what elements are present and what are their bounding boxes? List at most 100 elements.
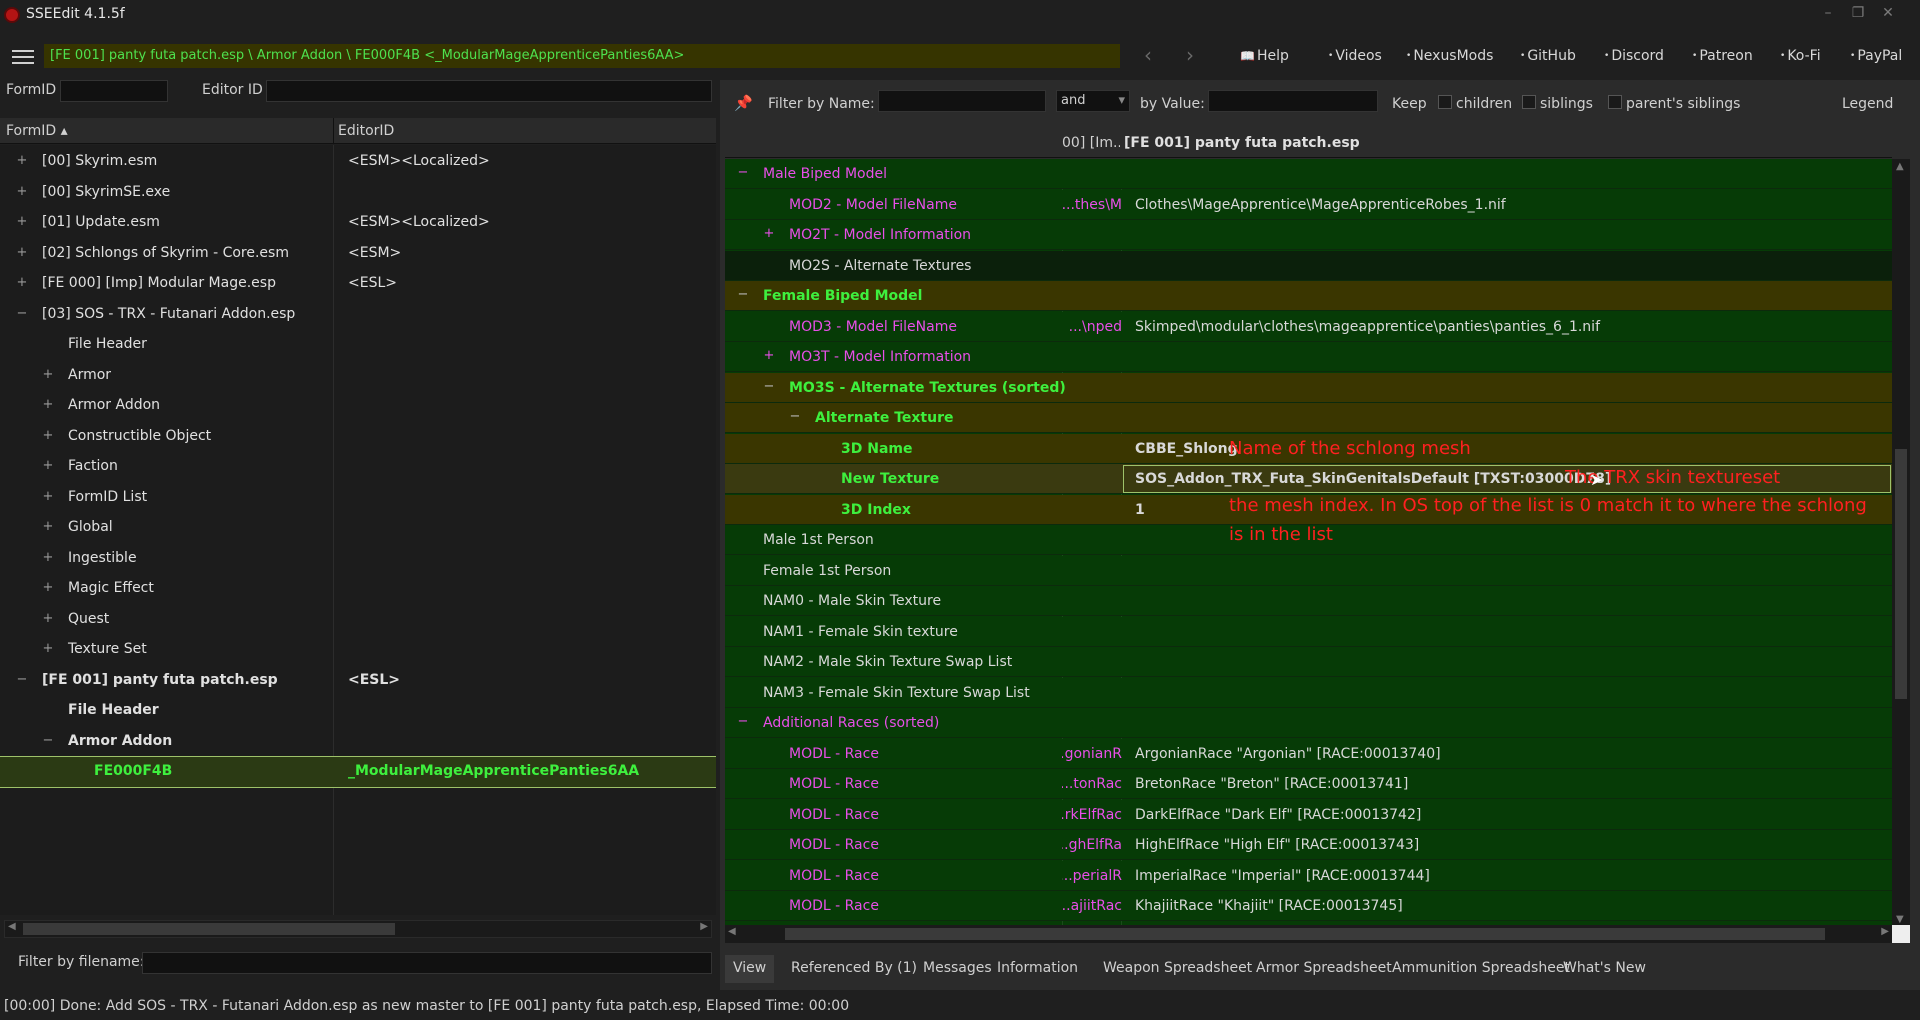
tree-row[interactable]: + Constructible Object: [0, 422, 716, 452]
tree-row[interactable]: + Magic Effect: [0, 574, 716, 604]
grid-row-value-cell[interactable]: [1122, 586, 1892, 616]
scroll-left-icon[interactable]: ◀: [8, 921, 16, 932]
grid-row-value-cell[interactable]: BretonRace "Breton" [RACE:00013741]: [1122, 769, 1892, 799]
grid-row[interactable]: MO2S - Alternate Textures: [725, 250, 1892, 281]
back-arrow-icon[interactable]: ‹: [1136, 44, 1160, 68]
grid-row[interactable]: − MO3S - Alternate Textures (sorted): [725, 372, 1892, 403]
expand-icon[interactable]: +: [763, 226, 775, 241]
tree-row[interactable]: File Header: [0, 330, 716, 360]
scroll-right-icon[interactable]: ▶: [700, 921, 708, 932]
expand-icon[interactable]: +: [42, 428, 54, 443]
expand-icon[interactable]: +: [42, 397, 54, 412]
link-paypal[interactable]: • PayPal: [1850, 48, 1902, 64]
tree-row[interactable]: + Faction: [0, 452, 716, 482]
expand-icon[interactable]: +: [42, 458, 54, 473]
tree-row[interactable]: + Armor Addon: [0, 391, 716, 421]
collapse-icon[interactable]: −: [737, 714, 749, 729]
expand-icon[interactable]: +: [16, 184, 28, 199]
editorid-input[interactable]: [266, 80, 712, 102]
siblings-checkbox[interactable]: [1522, 95, 1536, 113]
tree-row[interactable]: + Global: [0, 513, 716, 543]
menu-icon[interactable]: [12, 50, 34, 64]
tab-ammunition-spreadsheet[interactable]: Ammunition Spreadsheet: [1384, 955, 1578, 983]
expand-icon[interactable]: +: [763, 348, 775, 363]
link-nexusmods[interactable]: • NexusMods: [1406, 48, 1493, 64]
grid-row[interactable]: NAM0 - Male Skin Texture: [725, 586, 1892, 616]
grid-row[interactable]: NAM2 - Male Skin Texture Swap List: [725, 647, 1892, 677]
scroll-up-icon[interactable]: ▲: [1896, 161, 1904, 172]
grid-row-value-cell[interactable]: KhajiitRace "Khajiit" [RACE:00013745]: [1122, 891, 1892, 921]
tree-row[interactable]: + FormID List: [0, 483, 716, 513]
link-patreon[interactable]: • Patreon: [1692, 48, 1753, 64]
grid-row[interactable]: MODL - Race tonRac... BretonRace "Breton" …: [725, 769, 1892, 799]
close-icon[interactable]: ✕: [1876, 4, 1900, 24]
collapse-icon[interactable]: −: [763, 379, 775, 394]
grid-row[interactable]: − Alternate Texture: [725, 403, 1892, 433]
tree-row[interactable]: − Armor Addon: [0, 727, 716, 757]
tree-row[interactable]: File Header: [0, 696, 716, 726]
grid-row-value-cell[interactable]: [1122, 159, 1892, 189]
grid-row-value-cell[interactable]: [1122, 647, 1892, 677]
formid-input[interactable]: [60, 80, 168, 102]
column-patch-file[interactable]: [FE 001] panty futa patch.esp: [1124, 135, 1360, 151]
collapse-icon[interactable]: −: [789, 409, 801, 424]
expand-icon[interactable]: +: [42, 489, 54, 504]
expand-icon[interactable]: +: [42, 641, 54, 656]
grid-row[interactable]: MOD2 - Model FileName thes\M... Clothes\Ma…: [725, 189, 1892, 220]
grid-row-value-cell[interactable]: [1122, 556, 1892, 586]
grid-row[interactable]: MODL - Race ajiitRac... KhajiitRace "Khaji…: [725, 891, 1892, 921]
tree-horizontal-scrollbar[interactable]: ◀ ▶: [4, 920, 712, 938]
grid-row[interactable]: − Male Biped Model: [725, 159, 1892, 189]
expand-icon[interactable]: +: [42, 580, 54, 595]
minimize-icon[interactable]: –: [1816, 4, 1840, 24]
grid-row[interactable]: NAM1 - Female Skin texture: [725, 616, 1892, 647]
grid-row[interactable]: MODL - Race ghElfRa... HighElfRace "High E…: [725, 830, 1892, 860]
grid-row-value-cell[interactable]: Skimped\modular\clothes\mageapprentice\p…: [1122, 312, 1892, 342]
column-master-file[interactable]: 00] [Im...: [1062, 135, 1120, 151]
grid-row-value-cell[interactable]: DarkElfRace "Dark Elf" [RACE:00013742]: [1122, 800, 1892, 830]
tree-row[interactable]: + [00] Skyrim.esm <ESM><Localized>: [0, 147, 716, 177]
filename-filter-input[interactable]: [142, 952, 712, 974]
expand-icon[interactable]: +: [16, 275, 28, 290]
legend-button[interactable]: Legend: [1842, 96, 1893, 112]
collapse-icon[interactable]: −: [737, 165, 749, 180]
grid-row[interactable]: MODL - Race perialR... ImperialRace "Imper…: [725, 860, 1892, 891]
grid-row[interactable]: MOD3 - Model FileName nped\... Skimped\mod…: [725, 311, 1892, 342]
tree-row[interactable]: + Ingestible: [0, 544, 716, 574]
tab-messages[interactable]: Messages: [915, 955, 1000, 983]
grid-row-value-cell[interactable]: [1122, 251, 1892, 281]
tree-row[interactable]: + [FE 000] [Imp] Modular Mage.esp <ESL>: [0, 269, 716, 299]
scroll-down-icon[interactable]: ▼: [1896, 914, 1904, 925]
tab-referenced-by-1[interactable]: Referenced By (1): [783, 955, 925, 983]
column-editorid[interactable]: EditorID: [338, 123, 394, 139]
grid-row-value-cell[interactable]: [1122, 678, 1892, 708]
grid-row[interactable]: + MO3T - Model Information: [725, 342, 1892, 372]
children-checkbox[interactable]: [1438, 95, 1452, 113]
link-videos[interactable]: • Videos: [1328, 48, 1382, 64]
grid-row-value-cell[interactable]: HighElfRace "High Elf" [RACE:00013743]: [1122, 830, 1892, 860]
expand-icon[interactable]: +: [16, 214, 28, 229]
link-github[interactable]: • GitHub: [1520, 48, 1576, 64]
collapse-icon[interactable]: −: [42, 733, 54, 748]
expand-icon[interactable]: +: [42, 611, 54, 626]
forward-arrow-icon[interactable]: ›: [1178, 44, 1202, 68]
grid-row-value-cell[interactable]: [1122, 708, 1892, 738]
expand-icon[interactable]: +: [42, 519, 54, 534]
filter-by-value-input[interactable]: [1208, 90, 1378, 112]
tab-information[interactable]: Information: [989, 955, 1086, 983]
collapse-icon[interactable]: −: [16, 672, 28, 687]
tab-armor-spreadsheet[interactable]: Armor Spreadsheet: [1248, 955, 1400, 983]
grid-row[interactable]: MODL - Race gonianR... ArgonianRace "Argon…: [725, 738, 1892, 769]
expand-icon[interactable]: +: [16, 153, 28, 168]
expand-icon[interactable]: +: [42, 550, 54, 565]
tree-row[interactable]: + [02] Schlongs of Skyrim - Core.esm <ESM>: [0, 239, 716, 269]
collapse-icon[interactable]: −: [737, 287, 749, 302]
tree-row[interactable]: + [00] SkyrimSE.exe: [0, 178, 716, 208]
tree-row[interactable]: FE000F4B _ModularMageApprenticePanties6AA: [0, 756, 716, 788]
expand-icon[interactable]: +: [42, 367, 54, 382]
tree-row[interactable]: + Quest: [0, 605, 716, 635]
grid-row[interactable]: + MO2T - Model Information: [725, 220, 1892, 250]
tab-weapon-spreadsheet[interactable]: Weapon Spreadsheet: [1095, 955, 1260, 983]
grid-row-value-cell[interactable]: [1122, 373, 1892, 403]
grid-row[interactable]: MODL - Race rkElfRac... DarkElfRace "Dark …: [725, 799, 1892, 830]
